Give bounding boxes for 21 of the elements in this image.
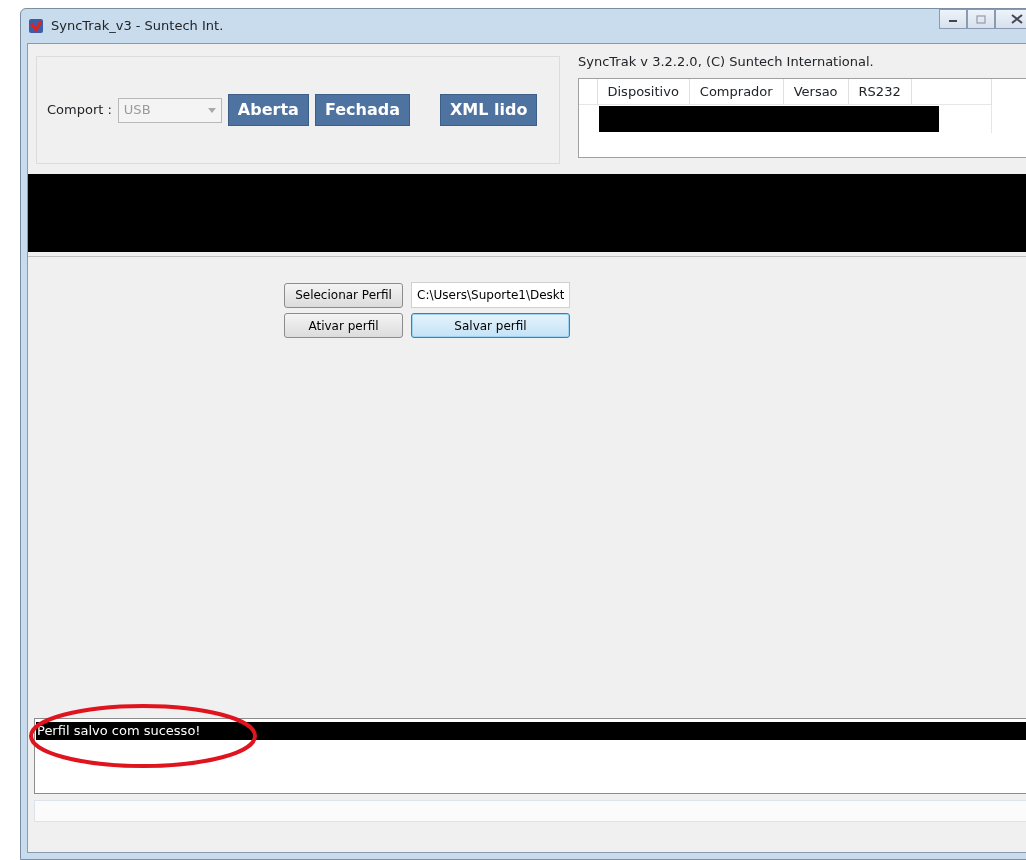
xml-button[interactable]: XML lido	[439, 94, 538, 126]
close-port-button[interactable]: Fechada	[314, 94, 410, 126]
path-field[interactable]: C:\Users\Suporte1\Deskt	[411, 282, 570, 308]
maximize-icon	[976, 14, 986, 24]
comport-label: Comport :	[47, 101, 112, 120]
close-icon	[1011, 14, 1023, 24]
column-header: RS232	[848, 78, 912, 105]
select-profile-button[interactable]: Selecionar Perfil	[284, 282, 403, 308]
minimize-button[interactable]	[939, 9, 967, 29]
open-button[interactable]: Aberta	[227, 94, 309, 126]
activate-profile-button[interactable]: Ativar perfil	[284, 313, 403, 338]
column-header: Versao	[783, 78, 849, 105]
column-header: Comprador	[689, 78, 784, 105]
log-entry[interactable]: Perfil salvo com sucesso!	[36, 722, 1026, 740]
window-title: SyncTrak_v3 - Suntech Int.	[51, 17, 224, 36]
save-profile-button[interactable]: Salvar perfil	[411, 313, 570, 338]
app-icon	[27, 17, 45, 35]
version-text: SyncTrak v 3.2.2.0, (C) Suntech International.	[578, 53, 875, 71]
caret-icon	[207, 107, 216, 113]
column-header: Dispositivo	[597, 78, 690, 105]
close-button[interactable]	[995, 9, 1026, 29]
